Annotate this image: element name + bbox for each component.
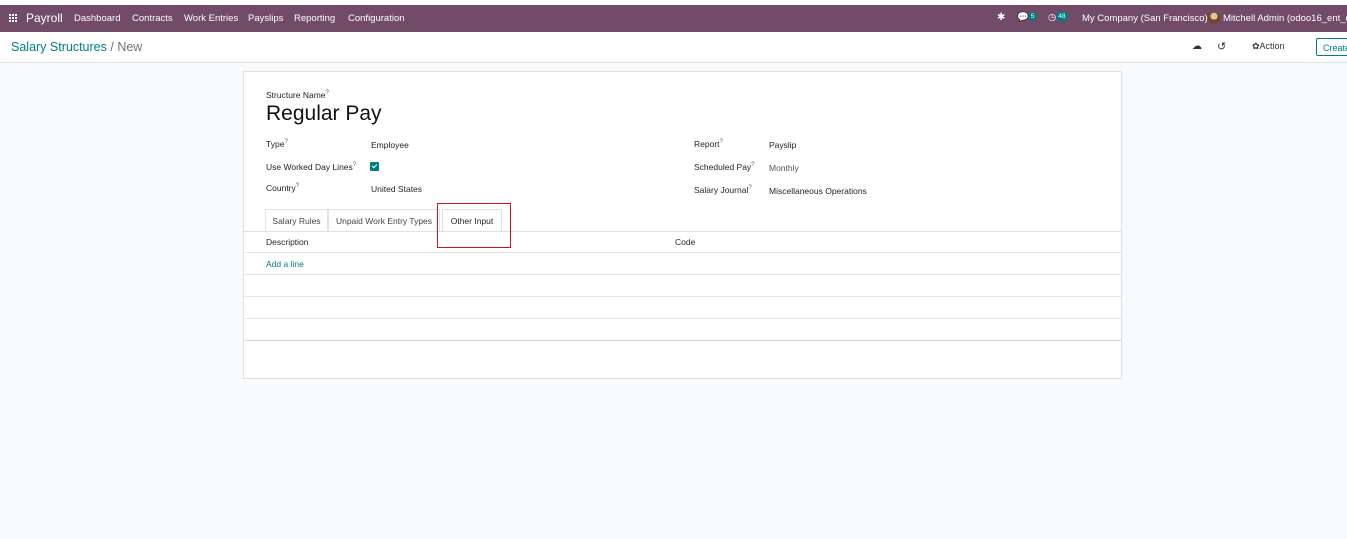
chat-icon: 💬	[1017, 12, 1029, 23]
type-field[interactable]: Employee	[371, 140, 409, 150]
company-switcher[interactable]: My Company (San Francisco)	[1082, 13, 1208, 24]
gear-icon: ✿	[1252, 41, 1260, 51]
user-menu[interactable]: Mitchell Admin (odoo16_ent_der	[1223, 13, 1347, 24]
use-worked-day-lines-label: Use Worked Day Lines?	[266, 162, 357, 172]
activities-badge: 48	[1056, 12, 1068, 21]
control-panel: Salary Structures / New ☁ ↺ ✿Action Crea…	[0, 32, 1347, 63]
report-label: Report?	[694, 139, 723, 149]
app-name[interactable]: Payroll	[26, 11, 63, 25]
salary-journal-label: Salary Journal?	[694, 185, 752, 195]
clock-icon: ◷	[1048, 12, 1057, 23]
add-a-line-link[interactable]: Add a line	[266, 259, 304, 269]
tab-salary-rules[interactable]: Salary Rules	[265, 209, 328, 231]
messages-badge: 5	[1028, 12, 1037, 21]
country-field[interactable]: United States	[371, 184, 422, 194]
tab-unpaid-work-entry-types[interactable]: Unpaid Work Entry Types	[328, 209, 440, 231]
tabs-divider	[244, 231, 1121, 232]
table-row	[244, 296, 1121, 297]
create-button[interactable]: Create	[1316, 38, 1347, 56]
form-sheet: Structure Name? Regular Pay Type? Employ…	[243, 71, 1122, 379]
menu-payslips[interactable]: Payslips	[248, 13, 283, 24]
apps-menu-icon[interactable]	[9, 14, 18, 23]
table-header-divider	[244, 252, 1121, 253]
top-navbar: Payroll Dashboard Contracts Work Entries…	[0, 5, 1347, 32]
highlight-box	[437, 203, 511, 248]
country-label: Country?	[266, 183, 300, 193]
scheduled-pay-field[interactable]: Monthly	[769, 163, 799, 173]
menu-work-entries[interactable]: Work Entries	[184, 13, 238, 24]
menu-reporting[interactable]: Reporting	[294, 13, 335, 24]
activities-button[interactable]: ◷ 48	[1048, 12, 1068, 23]
scheduled-pay-label: Scheduled Pay?	[694, 162, 755, 172]
structure-name-input[interactable]: Regular Pay	[266, 102, 382, 126]
salary-journal-field[interactable]: Miscellaneous Operations	[769, 186, 867, 196]
report-field[interactable]: Payslip	[769, 140, 796, 150]
bug-icon[interactable]: ✱	[997, 12, 1005, 23]
messages-button[interactable]: 💬 5	[1017, 12, 1037, 23]
action-label: Action	[1259, 41, 1285, 51]
table-row	[244, 318, 1121, 319]
breadcrumb-separator: /	[110, 40, 114, 54]
discard-icon[interactable]: ↺	[1217, 40, 1226, 53]
use-worked-day-lines-checkbox[interactable]	[370, 162, 379, 171]
menu-contracts[interactable]: Contracts	[132, 13, 173, 24]
menu-dashboard[interactable]: Dashboard	[74, 13, 120, 24]
save-cloud-icon[interactable]: ☁	[1192, 41, 1202, 52]
action-menu-button[interactable]: ✿Action	[1252, 41, 1285, 52]
table-footer-divider	[244, 340, 1121, 341]
breadcrumb-current: New	[117, 40, 143, 54]
column-code[interactable]: Code	[675, 237, 695, 247]
table-row	[244, 274, 1121, 275]
column-description[interactable]: Description	[266, 237, 309, 247]
structure-name-label: Structure Name?	[266, 90, 329, 100]
type-label: Type?	[266, 139, 288, 149]
menu-configuration[interactable]: Configuration	[348, 13, 405, 24]
breadcrumb: Salary Structures / New	[11, 40, 142, 54]
breadcrumb-salary-structures[interactable]: Salary Structures	[11, 40, 107, 54]
user-avatar[interactable]	[1208, 12, 1220, 24]
